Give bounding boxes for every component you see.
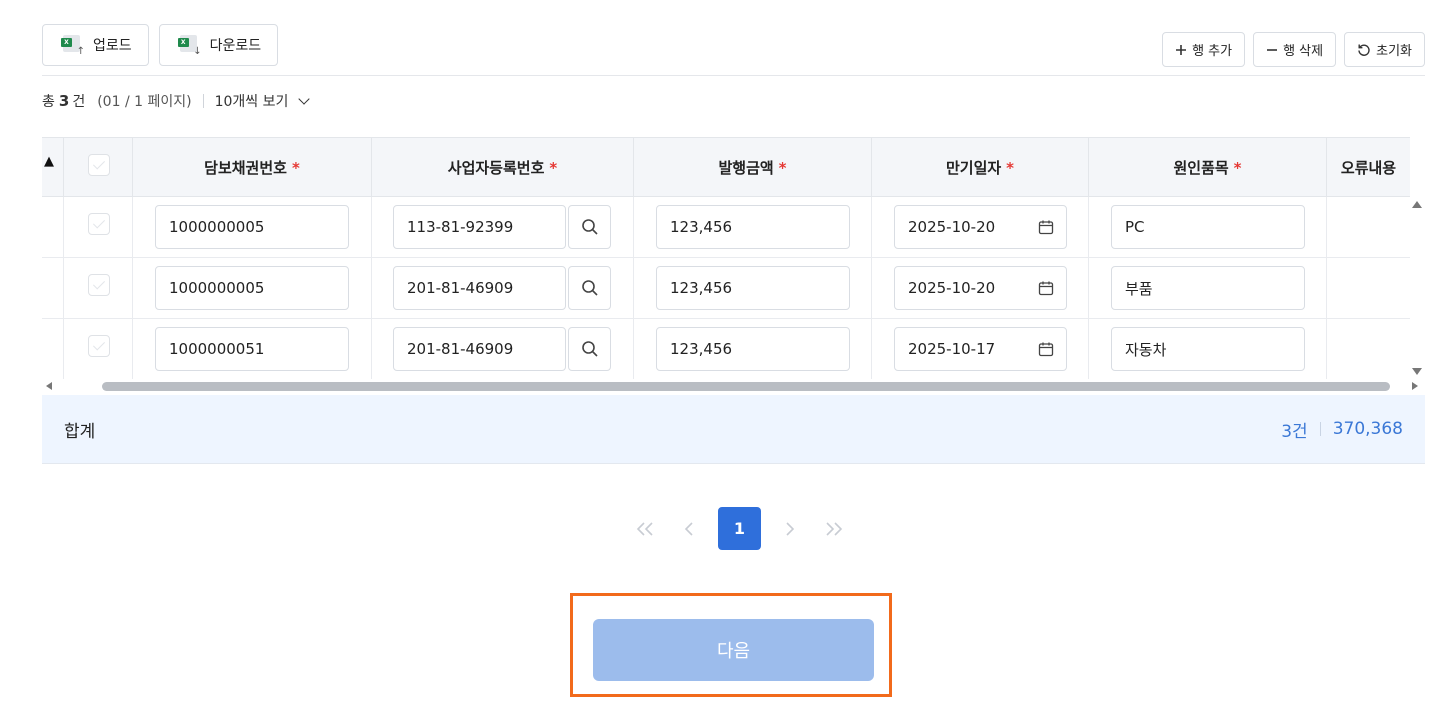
delete-row-button[interactable]: 행 삭제 (1253, 32, 1337, 67)
sort-up-icon: ▲ (44, 154, 54, 169)
chevron-down-icon (298, 93, 311, 105)
first-page-button[interactable] (630, 507, 660, 550)
upload-button[interactable]: X ↑ 업로드 (42, 24, 149, 66)
chevron-left-icon (684, 521, 693, 536)
scroll-down-icon[interactable] (1412, 368, 1422, 375)
due-date-value: 2025-10-17 (908, 340, 996, 358)
per-page-select[interactable]: 10개씩 보기 (214, 91, 311, 111)
reset-icon (1358, 44, 1370, 56)
delete-row-label: 행 삭제 (1283, 44, 1324, 59)
total-unit: 건 (72, 94, 86, 110)
biz-no-input[interactable]: 113-81-92399 (393, 205, 566, 249)
error-cell (1327, 258, 1410, 318)
search-icon (581, 219, 598, 235)
reset-button[interactable]: 초기화 (1344, 32, 1425, 67)
header-error: 오류내용 (1340, 159, 1397, 177)
summary-separator (202, 94, 204, 108)
biz-no-input[interactable]: 201-81-46909 (393, 327, 566, 371)
page-info: (01 / 1 페이지) (97, 94, 192, 110)
horizontal-scrollbar[interactable] (42, 379, 1418, 394)
result-summary: 총 3 건 (01 / 1 페이지) 10개씩 보기 (42, 91, 311, 111)
total-count: 3 (58, 92, 70, 110)
select-all-header (64, 138, 133, 197)
add-row-button[interactable]: 행 추가 (1162, 32, 1246, 67)
due-date-value: 2025-10-20 (908, 279, 996, 297)
bond-no-input[interactable]: 1000000005 (155, 205, 349, 249)
upload-label: 업로드 (93, 38, 132, 54)
search-icon (581, 341, 598, 357)
header-bond-no: 담보채권번호 * (133, 138, 372, 197)
search-icon (581, 280, 598, 296)
sort-column-header[interactable]: ▲ (42, 138, 64, 197)
download-button[interactable]: X ↓ 다운로드 (158, 24, 279, 66)
row-checkbox[interactable] (88, 213, 110, 235)
chevron-right-icon (786, 521, 795, 536)
due-date-value: 2025-10-20 (908, 218, 996, 236)
bond-no-input[interactable]: 1000000051 (155, 327, 349, 371)
calendar-icon[interactable] (1038, 341, 1054, 357)
table-row: 1000000005 201-81-46909 123,456 2025-10-… (42, 258, 1410, 319)
biz-search-button[interactable] (568, 327, 611, 371)
double-chevron-right-icon (826, 521, 843, 536)
per-page-label: 10개씩 보기 (214, 94, 289, 110)
biz-no-input[interactable]: 201-81-46909 (393, 266, 566, 310)
table-row: 1000000051 201-81-46909 123,456 2025-10-… (42, 319, 1410, 379)
next-page-button[interactable] (775, 507, 805, 550)
prev-page-button[interactable] (674, 507, 704, 550)
last-page-button[interactable] (819, 507, 849, 550)
error-cell (1327, 319, 1410, 379)
scroll-left-icon[interactable] (46, 382, 52, 390)
reset-label: 초기화 (1376, 44, 1412, 59)
excel-upload-icon: X ↑ (61, 33, 85, 57)
row-checkbox[interactable] (88, 274, 110, 296)
amount-input[interactable]: 123,456 (656, 327, 850, 371)
item-input[interactable]: PC (1111, 205, 1305, 249)
horizontal-scroll-thumb[interactable] (102, 382, 1390, 391)
item-input[interactable]: 자동차 (1111, 327, 1305, 371)
toolbar-right: 행 추가 행 삭제 초기화 (1162, 32, 1425, 67)
add-row-label: 행 추가 (1192, 44, 1233, 59)
amount-input[interactable]: 123,456 (656, 205, 850, 249)
scroll-up-icon[interactable] (1412, 201, 1422, 208)
grid-header: ▲ 담보채권번호 * 사업자등록번호 * 발행금액 * 만기일자 * 원인품목 * 오류내… (42, 137, 1410, 197)
error-cell (1327, 197, 1410, 257)
row-checkbox[interactable] (88, 335, 110, 357)
header-due-date: 만기일자 * (872, 138, 1089, 197)
bond-grid: ▲ 담보채권번호 * 사업자등록번호 * 발행금액 * 만기일자 * 원인품목 * 오류내… (42, 137, 1410, 379)
header-biz-no: 사업자등록번호 * (372, 138, 634, 197)
calendar-icon[interactable] (1038, 280, 1054, 296)
minus-icon (1267, 48, 1278, 51)
page-1-button[interactable]: 1 (718, 507, 761, 550)
totals-count: 3건 (1281, 421, 1308, 442)
vertical-scrollbar[interactable] (1410, 197, 1425, 379)
next-button[interactable]: 다음 (593, 619, 874, 681)
totals-label: 합계 (64, 421, 96, 442)
totals-values: 3건 370,368 (1281, 417, 1403, 442)
toolbar-left: X ↑ 업로드 X ↓ 다운로드 (42, 24, 279, 66)
item-input[interactable]: 부품 (1111, 266, 1305, 310)
pagination: 1 (630, 507, 849, 550)
biz-search-button[interactable] (568, 266, 611, 310)
header-item: 원인품목 * (1089, 138, 1327, 197)
totals-bar: 합계 3건 370,368 (42, 395, 1425, 464)
biz-search-button[interactable] (568, 205, 611, 249)
select-all-checkbox[interactable] (88, 154, 110, 176)
amount-input[interactable]: 123,456 (656, 266, 850, 310)
double-chevron-left-icon (636, 521, 653, 536)
excel-download-icon: X ↓ (177, 33, 202, 57)
due-date-input[interactable]: 2025-10-17 (894, 327, 1067, 371)
scroll-right-icon[interactable] (1412, 382, 1418, 390)
calendar-icon[interactable] (1038, 219, 1054, 235)
plus-icon (1176, 44, 1187, 55)
table-row: 1000000005 113-81-92399 123,456 2025-10-… (42, 197, 1410, 258)
header-amount: 발행금액 * (634, 138, 872, 197)
total-prefix: 총 (42, 94, 55, 110)
due-date-input[interactable]: 2025-10-20 (894, 266, 1067, 310)
bond-no-input[interactable]: 1000000005 (155, 266, 349, 310)
toolbar-divider (42, 75, 1425, 76)
totals-separator (1319, 422, 1321, 436)
due-date-input[interactable]: 2025-10-20 (894, 205, 1067, 249)
totals-amount: 370,368 (1332, 419, 1403, 439)
download-label: 다운로드 (209, 38, 262, 54)
